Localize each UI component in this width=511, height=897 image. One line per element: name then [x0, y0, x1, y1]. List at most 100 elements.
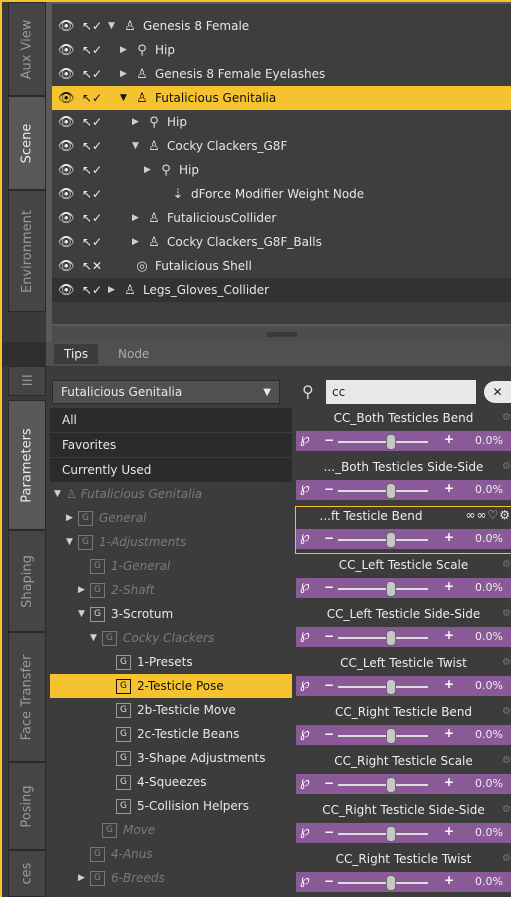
scene-row[interactable]: 👁 ↖✓ ▶ ♙ Cocky Clackers_G8F_Balls [52, 230, 511, 254]
select-arrow-icon[interactable]: ↖✓ [82, 115, 102, 129]
eye-icon[interactable]: 👁 [58, 283, 76, 298]
expand-icon[interactable]: ▶ [78, 873, 90, 883]
increment-button[interactable]: + [444, 873, 454, 887]
property-slider-highlighted[interactable]: ...ft Testicle Bend ∞∞♡⚙ ℘ − +0.0% [295, 506, 511, 554]
select-arrow-icon[interactable]: ↖✓ [82, 91, 102, 105]
increment-button[interactable]: + [444, 726, 454, 740]
gear-icon[interactable]: ⚙ [502, 755, 511, 766]
tab-parameters[interactable]: Parameters [8, 400, 46, 530]
slider-bar[interactable]: ℘ − +0.0% [296, 431, 511, 451]
tab-face-transfer[interactable]: Face Transfer [8, 632, 46, 762]
slider-knob[interactable] [386, 630, 396, 646]
group-item[interactable]: G 1-General [50, 554, 322, 578]
slider-value[interactable]: 0.0% [475, 875, 503, 888]
gear-icon[interactable]: ⚙ [502, 706, 511, 717]
gear-icon[interactable]: ⚙ [502, 461, 511, 472]
increment-button[interactable]: + [444, 677, 454, 691]
expand-icon[interactable]: ▼ [78, 609, 90, 619]
clear-search-button[interactable]: ✕ [484, 381, 511, 403]
slider-knob[interactable] [386, 483, 396, 499]
expand-icon[interactable]: ▼ [108, 21, 120, 31]
tab-node[interactable]: Node [108, 344, 159, 364]
expand-icon[interactable]: ▶ [144, 165, 156, 175]
tab-shaping[interactable]: Shaping [8, 530, 46, 632]
property-slider[interactable]: CC_Right Testicle Scale ⚙ ℘ − +0.0% [296, 752, 511, 798]
expand-icon[interactable]: ▼ [132, 141, 144, 151]
tab-environment[interactable]: Environment [8, 190, 46, 312]
expand-icon[interactable]: ▶ [120, 69, 132, 79]
slider-bar[interactable]: ℘ − +0.0% [296, 823, 511, 843]
slider-bar[interactable]: ℘ − +0.0% [296, 725, 511, 745]
scene-row[interactable]: 👁 ↖✕ ◎ Futalicious Shell [52, 254, 511, 278]
expand-icon[interactable]: ▶ [132, 237, 144, 247]
expand-icon[interactable]: ▶ [120, 45, 132, 55]
slider-knob[interactable] [386, 532, 396, 548]
group-item[interactable]: ▼ G 1-Adjustments [50, 530, 298, 554]
eye-icon[interactable]: 👁 [58, 91, 76, 106]
slider-track[interactable] [338, 686, 428, 688]
slider-value[interactable]: 0.0% [475, 630, 503, 643]
slider-knob[interactable] [386, 434, 396, 450]
group-item[interactable]: ▶ G 2-Shaft [50, 578, 310, 602]
slider-track[interactable] [338, 784, 428, 786]
slider-bar[interactable]: ℘ − +0.0% [296, 480, 511, 500]
group-root[interactable]: ▼ ♙ Futalicious Genitalia [50, 482, 286, 506]
slider-bar[interactable]: ℘ − +0.0% [296, 872, 511, 892]
increment-button[interactable]: + [444, 579, 454, 593]
slider-knob[interactable] [386, 581, 396, 597]
slider-knob[interactable] [386, 875, 396, 891]
gear-icon[interactable]: ⚙ [502, 853, 511, 864]
expand-icon[interactable]: ▼ [90, 633, 102, 643]
slider-value[interactable]: 0.0% [475, 483, 503, 496]
search-icon[interactable]: ⚲ [302, 382, 314, 401]
expand-icon[interactable]: ▼ [66, 537, 78, 547]
expand-icon[interactable]: ▼ [120, 93, 132, 103]
expand-icon[interactable]: ▶ [132, 213, 144, 223]
slider-bar[interactable]: ℘ − +0.0% [296, 774, 511, 794]
slider-value[interactable]: 0.0% [475, 679, 503, 692]
expand-icon[interactable]: ▶ [108, 285, 120, 295]
scene-row[interactable]: 👁 ↖✓ ⇣ dForce Modifier Weight Node [52, 182, 511, 206]
eye-icon[interactable]: 👁 [58, 211, 76, 226]
decrement-button[interactable]: − [324, 580, 334, 594]
group-all[interactable]: All [50, 408, 294, 433]
decrement-button[interactable]: − [324, 629, 334, 643]
decrement-button[interactable]: − [324, 531, 334, 545]
slider-knob[interactable] [386, 679, 396, 695]
panel-splitter[interactable] [52, 326, 511, 342]
scene-row[interactable]: 👁 ↖✓ ▶ ♙ Genesis 8 Female Eyelashes [52, 62, 511, 86]
eye-icon[interactable]: 👁 [58, 163, 76, 178]
gear-icon[interactable]: ⚙ [502, 657, 511, 668]
decrement-button[interactable]: − [324, 433, 334, 447]
increment-button[interactable]: + [444, 628, 454, 642]
slider-track[interactable] [338, 539, 428, 541]
group-item[interactable]: G 4-Anus [50, 842, 322, 866]
scene-row[interactable]: 👁 ↖✓ ▶ ♙ FutaliciousCollider [52, 206, 511, 230]
eye-icon[interactable]: 👁 [58, 43, 76, 58]
select-arrow-icon[interactable]: ↖✓ [82, 187, 102, 201]
expand-icon[interactable]: ▶ [78, 585, 90, 595]
slider-value[interactable]: 0.0% [475, 434, 503, 447]
slider-track[interactable] [338, 882, 428, 884]
select-arrow-icon[interactable]: ↖✓ [82, 283, 102, 297]
eye-icon[interactable]: 👁 [58, 19, 76, 34]
group-item[interactable]: ▼ G 3-Scrotum [50, 602, 310, 626]
property-slider[interactable]: CC_Left Testicle Side-Side ⚙ ℘ − +0.0% [296, 605, 511, 651]
slider-bar[interactable]: ℘ − +0.0% [296, 627, 511, 647]
slider-track[interactable] [338, 588, 428, 590]
scene-row[interactable]: 👁 ↖✓ ▼ ♙ Cocky Clackers_G8F [52, 134, 511, 158]
slider-knob[interactable] [386, 777, 396, 793]
select-disabled-icon[interactable]: ↖✕ [82, 259, 102, 273]
slider-track[interactable] [338, 490, 428, 492]
select-arrow-icon[interactable]: ↖✓ [82, 19, 102, 33]
eye-icon[interactable]: 👁 [58, 115, 76, 130]
property-slider[interactable]: ..._Both Testicles Side-Side ⚙ ℘ − +0.0% [296, 458, 511, 504]
select-arrow-icon[interactable]: ↖✓ [82, 139, 102, 153]
slider-value[interactable]: 0.0% [475, 581, 503, 594]
slider-track[interactable] [338, 441, 428, 443]
slider-value[interactable]: 0.0% [475, 532, 503, 545]
gear-icon[interactable]: ⚙ [502, 412, 511, 423]
slider-value[interactable]: 0.0% [475, 826, 503, 839]
expand-icon[interactable]: ▼ [54, 489, 66, 499]
scene-row[interactable]: 👁 ↖✓ ▶ ⚲ Hip [52, 38, 511, 62]
